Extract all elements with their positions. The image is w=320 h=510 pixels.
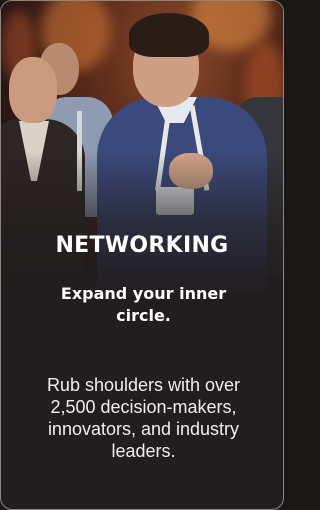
card-description: Rub shoulders with over 2,500 decision-m… (46, 375, 241, 461)
photo-gradient-overlay (1, 151, 283, 301)
networking-card: NETWORKING Expand your inner circle. Rub… (0, 0, 284, 510)
card-subtitle: Expand your inner circle. (60, 284, 227, 325)
left-attendee-head (9, 57, 57, 123)
main-attendee-hair (129, 13, 209, 57)
card-title: NETWORKING (55, 233, 229, 258)
